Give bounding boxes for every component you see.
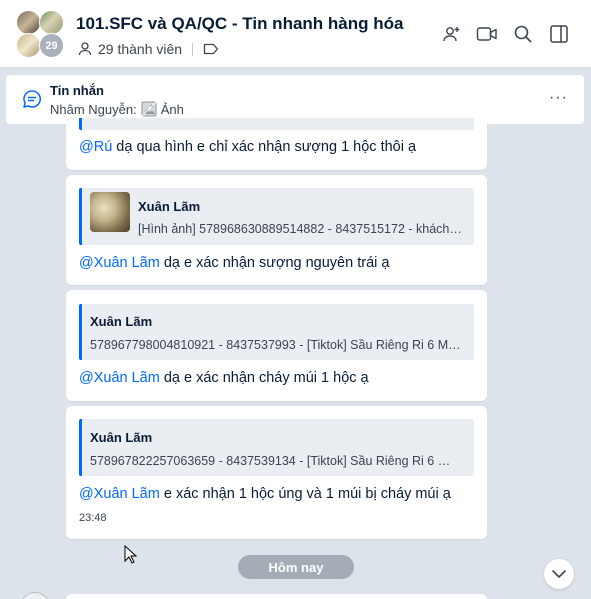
member-count-badge: 29 bbox=[39, 33, 64, 58]
conversation-title[interactable]: 101.SFC và QA/QC - Tin nhanh hàng hóa bbox=[76, 14, 403, 34]
mention-link[interactable]: @Rú bbox=[79, 139, 112, 155]
sidebar-toggle-icon[interactable] bbox=[547, 22, 571, 46]
message-bubble[interactable]: Xuân Lãm 578967822257063659 - 8437539134… bbox=[66, 406, 487, 539]
meta-divider bbox=[192, 42, 194, 56]
quote-text: [Hình ảnh] 578968630889514882 - 84375151… bbox=[138, 222, 462, 236]
member-count[interactable]: 29 thành viên bbox=[98, 41, 182, 57]
tag-icon[interactable] bbox=[202, 40, 220, 58]
quote-block[interactable]: Xuân Lãm 578967798004810921 - 8437537993… bbox=[79, 304, 474, 360]
video-call-icon[interactable] bbox=[475, 22, 499, 46]
member-avatar bbox=[16, 33, 41, 58]
search-icon[interactable] bbox=[511, 22, 535, 46]
more-options-icon[interactable]: ··· bbox=[549, 89, 568, 107]
message-timestamp: 23:48 bbox=[79, 512, 107, 524]
member-avatar bbox=[39, 10, 64, 35]
message-text: @Rú dạ qua hình e chỉ xác nhận sượng 1 h… bbox=[79, 139, 417, 155]
mention-link[interactable]: @Xuân Lãm bbox=[79, 255, 160, 271]
pinned-title: Tin nhắn bbox=[50, 83, 104, 98]
add-member-icon[interactable] bbox=[440, 22, 464, 46]
member-avatar bbox=[16, 10, 41, 35]
chat-header: 29 101.SFC và QA/QC - Tin nhanh hàng hóa… bbox=[0, 0, 591, 68]
quote-text: 578967822257063659 - 8437539134 - [Tikto… bbox=[90, 454, 451, 468]
chat-bubble-icon bbox=[22, 89, 42, 114]
mouse-cursor-icon bbox=[124, 544, 138, 570]
avatar[interactable] bbox=[20, 592, 50, 599]
conversation-meta: 29 thành viên bbox=[76, 40, 224, 58]
message-bubble[interactable]: @Rú dạ qua hình e chỉ xác nhận sượng 1 h… bbox=[66, 118, 487, 170]
message-text: @Xuân Lãm dạ e xác nhận cháy múi 1 hộc ạ bbox=[79, 370, 369, 386]
chevron-down-icon bbox=[551, 569, 567, 579]
message-text: @Xuân Lãm e xác nhận 1 hộc úng và 1 múi … bbox=[79, 486, 451, 502]
quoted-image-thumbnail bbox=[90, 192, 130, 232]
message-text: @Xuân Lãm dạ e xác nhận sượng nguyên trá… bbox=[79, 255, 390, 271]
message-bubble[interactable]: Xuân Lãm 578967798004810921 - 8437537993… bbox=[66, 290, 487, 401]
message-bubble[interactable] bbox=[66, 594, 487, 599]
mention-link[interactable]: @Xuân Lãm bbox=[79, 486, 160, 502]
pinned-preview: Nhâm Nguyễn: Ảnh bbox=[50, 101, 184, 117]
pinned-content: Ảnh bbox=[160, 101, 184, 117]
pinned-sender: Nhâm Nguyễn: bbox=[50, 101, 137, 117]
quote-block[interactable]: Xuân Lãm 578967822257063659 - 8437539134… bbox=[79, 419, 474, 476]
quote-block[interactable]: Xuân Lãm [Hình ảnh] 578968630889514882 -… bbox=[79, 188, 474, 245]
quote-author: Xuân Lãm bbox=[90, 314, 153, 329]
date-divider: Hôm nay bbox=[238, 555, 354, 579]
quote-text: 578967798004810921 - 8437537993 - [Tikto… bbox=[90, 338, 461, 352]
group-avatar[interactable]: 29 bbox=[14, 9, 66, 61]
mention-link[interactable]: @Xuân Lãm bbox=[79, 370, 160, 386]
scroll-to-bottom-button[interactable] bbox=[544, 559, 574, 589]
image-icon bbox=[141, 101, 157, 117]
user-group-icon bbox=[76, 40, 94, 58]
message-bubble[interactable]: Xuân Lãm [Hình ảnh] 578968630889514882 -… bbox=[66, 175, 487, 285]
quote-author: Xuân Lãm bbox=[138, 199, 201, 214]
pinned-message[interactable]: Tin nhắn Nhâm Nguyễn: Ảnh ··· bbox=[6, 75, 584, 124]
quote-author: Xuân Lãm bbox=[90, 430, 153, 445]
quote-block bbox=[79, 118, 474, 130]
